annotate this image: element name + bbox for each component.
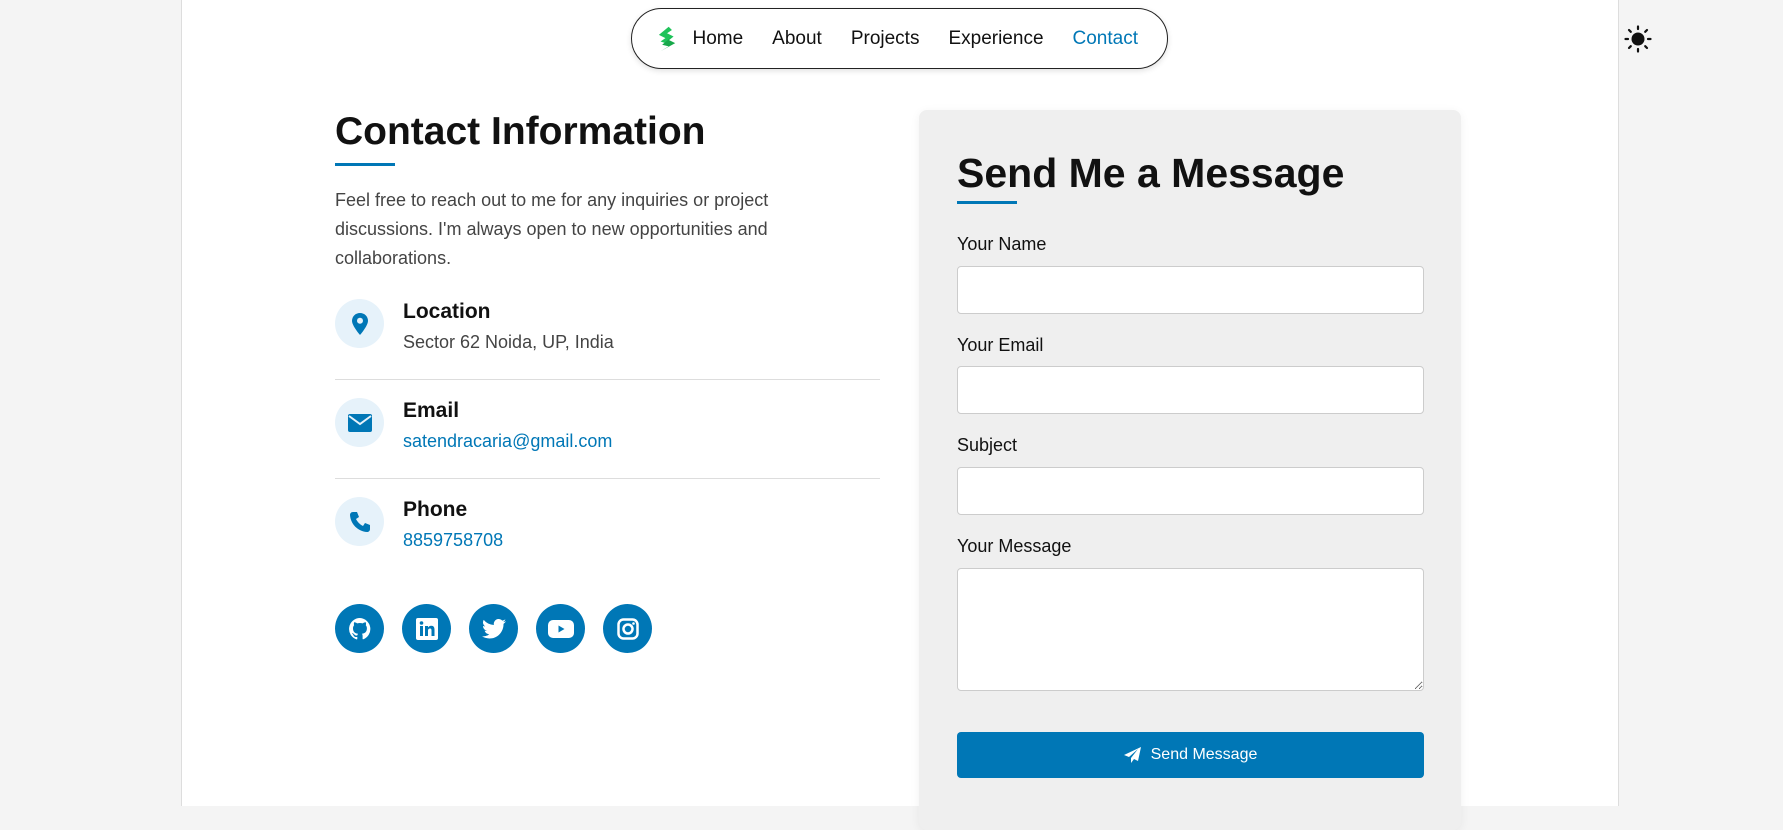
nav-projects[interactable]: Projects	[851, 28, 920, 50]
nav-experience[interactable]: Experience	[948, 28, 1043, 50]
logo-icon[interactable]	[654, 22, 678, 56]
navbar: Home About Projects Experience Contact	[631, 8, 1168, 69]
message-textarea[interactable]	[957, 568, 1424, 691]
form-title-underline	[957, 201, 1017, 204]
nav-contact[interactable]: Contact	[1073, 28, 1138, 50]
nav-about[interactable]: About	[772, 28, 822, 50]
send-message-label: Send Message	[1150, 746, 1258, 763]
youtube-icon[interactable]	[536, 604, 585, 653]
paper-plane-icon	[1123, 747, 1141, 763]
phone-title: Phone	[403, 498, 468, 521]
phone-icon	[335, 497, 384, 546]
location-item: Location Sector 62 Noida, UP, India	[335, 299, 880, 397]
theme-toggle-sun-icon[interactable]	[1624, 25, 1652, 53]
form-title: Send Me a Message	[957, 150, 1345, 196]
subject-input[interactable]	[957, 467, 1424, 515]
social-links	[335, 604, 652, 653]
nav-home[interactable]: Home	[692, 28, 743, 50]
divider	[335, 379, 880, 380]
subject-label: Subject	[957, 435, 1018, 455]
phone-item: Phone 8859758708	[335, 497, 880, 595]
contact-title: Contact Information	[335, 110, 706, 153]
location-pin-icon	[335, 299, 384, 348]
divider	[335, 478, 880, 479]
linkedin-icon[interactable]	[402, 604, 451, 653]
title-underline	[335, 163, 395, 166]
email-title: Email	[403, 399, 460, 422]
message-label: Your Message	[957, 536, 1072, 556]
instagram-icon[interactable]	[603, 604, 652, 653]
name-label: Your Name	[957, 234, 1047, 254]
envelope-icon	[335, 398, 384, 447]
email-input[interactable]	[957, 366, 1424, 414]
contact-intro: Feel free to reach out to me for any inq…	[335, 190, 769, 268]
phone-link[interactable]: 8859758708	[403, 530, 503, 551]
github-icon[interactable]	[335, 604, 384, 653]
send-message-button[interactable]: Send Message	[957, 732, 1424, 778]
twitter-icon[interactable]	[469, 604, 518, 653]
location-value: Sector 62 Noida, UP, India	[403, 332, 614, 352]
email-link[interactable]: satendracaria@gmail.com	[403, 431, 612, 452]
email-label: Your Email	[957, 335, 1044, 355]
location-title: Location	[403, 300, 491, 323]
name-input[interactable]	[957, 266, 1424, 314]
email-item: Email satendracaria@gmail.com	[335, 398, 880, 496]
